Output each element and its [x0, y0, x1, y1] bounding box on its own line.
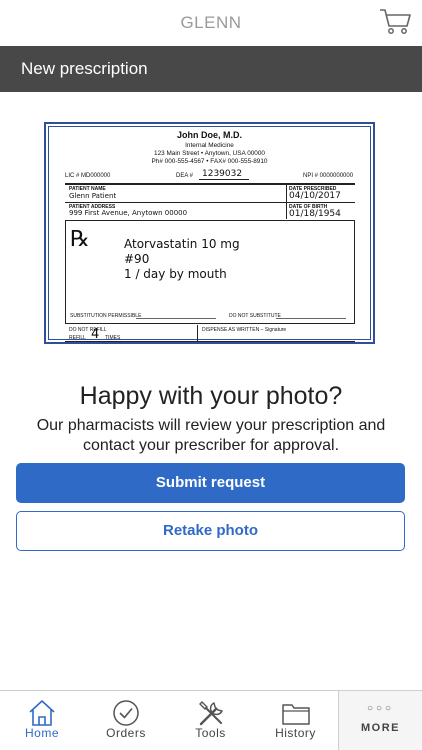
rx-symbol-icon: ℞ [70, 227, 90, 252]
license-number: LIC # MD000000 [65, 173, 111, 179]
confirm-question: Happy with your photo? [79, 382, 343, 410]
drug-directions: 1 / day by mouth [124, 267, 227, 281]
drug-quantity: #90 [124, 252, 150, 266]
rx-signature-line [136, 318, 216, 319]
folder-icon [281, 704, 310, 725]
drug-name: Atorvastatin 10 mg [124, 237, 240, 251]
tab-label: MORE [361, 722, 400, 734]
date-of-birth: 01/18/1954 [289, 209, 341, 219]
confirm-description-line: contact your prescriber for approval. [82, 437, 340, 454]
rx-divider [286, 185, 287, 219]
rx-divider [65, 341, 355, 342]
dea-number: 1239032 [202, 169, 243, 179]
app-header: GLENN [0, 0, 422, 46]
rx-divider [65, 202, 355, 203]
prescription-form: John Doe, M.D. Internal Medicine 123 Mai… [48, 126, 371, 342]
rx-box: ℞ Atorvastatin 10 mg #90 1 / day by mout… [65, 220, 355, 324]
tab-more[interactable]: ○○○ MORE [338, 691, 422, 750]
doctor-specialty: Internal Medicine [185, 142, 234, 149]
npi-number: NPI # 0000000000 [303, 173, 354, 179]
check-circle-icon [113, 700, 139, 726]
tab-label: Orders [106, 726, 146, 740]
tab-label: History [275, 726, 316, 740]
page-title: New prescription [0, 46, 422, 92]
do-not-refill: DO NOT REFILL [69, 327, 107, 333]
doctor-address: 123 Main Street • Anytown, USA 00000 [154, 150, 265, 157]
doctor-name: John Doe, M.D. [177, 130, 242, 140]
patient-name: Glenn Patient [69, 192, 117, 200]
dea-label: DEA # [176, 173, 194, 179]
confirm-description-line: Our pharmacists will review your prescri… [36, 417, 386, 434]
refill-count: 4 [91, 327, 100, 342]
header-title: GLENN [180, 13, 242, 32]
cart-icon[interactable] [378, 6, 412, 36]
tools-icon [198, 701, 223, 726]
tab-bar: Home Orders Tools History ○○○ MORE [0, 690, 422, 750]
dea-underline [199, 179, 249, 180]
tab-tools[interactable]: Tools [168, 691, 253, 750]
rx-signature-line [276, 318, 346, 319]
tab-orders[interactable]: Orders [84, 691, 168, 750]
rx-divider [197, 325, 198, 342]
date-prescribed: 04/10/2017 [289, 191, 341, 201]
more-dots-icon: ○○○ [366, 703, 395, 714]
tab-label: Tools [195, 726, 226, 740]
rx-divider [65, 183, 355, 185]
doctor-phone-fax: Ph# 000-555-4567 • FAX# 000-555-8910 [151, 158, 268, 165]
patient-address: 999 First Avenue, Anytown 00000 [69, 209, 188, 217]
retake-photo-button[interactable]: Retake photo [16, 511, 405, 551]
dispense-as-written: DISPENSE AS WRITTEN – Signature [202, 327, 287, 333]
tab-history[interactable]: History [253, 691, 338, 750]
confirm-description: Our pharmacists will review your prescri… [0, 416, 422, 456]
substitution-permissible: SUBSTITUTION PERMISSIBLE [70, 313, 142, 319]
tab-label: Home [24, 726, 59, 740]
prescription-photo: John Doe, M.D. Internal Medicine 123 Mai… [44, 122, 375, 344]
do-not-substitute: DO NOT SUBSTITUTE [229, 313, 281, 319]
tab-home[interactable]: Home [0, 691, 84, 750]
home-icon [29, 700, 55, 726]
submit-request-button[interactable]: Submit request [16, 463, 405, 503]
